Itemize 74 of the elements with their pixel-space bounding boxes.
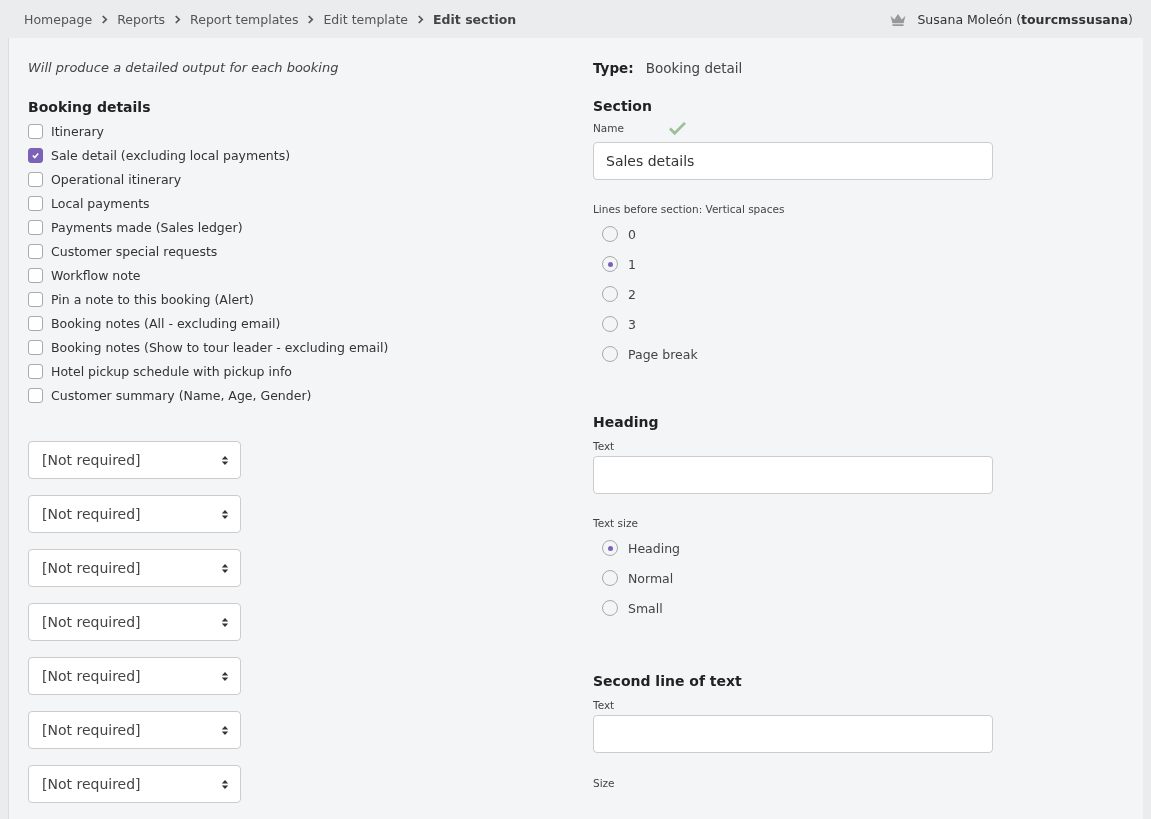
radio-label[interactable]: 0 (628, 226, 636, 242)
radio-label[interactable]: Small (628, 600, 663, 616)
breadcrumb-link[interactable]: Edit section (433, 11, 517, 27)
checkbox[interactable] (28, 291, 43, 307)
checkbox[interactable] (28, 195, 43, 211)
checkbox[interactable] (28, 147, 43, 163)
checkbox-label[interactable]: Workflow note (51, 267, 141, 283)
sort-arrows-icon (221, 616, 229, 628)
checkbox[interactable] (28, 267, 43, 283)
field-label: Text (593, 440, 616, 452)
chevron-right-icon (101, 14, 109, 24)
dropdown[interactable]: [Not required] (28, 711, 241, 749)
checkbox-label[interactable]: Customer special requests (51, 243, 218, 259)
chevron-right-icon (307, 14, 315, 24)
radio-label[interactable]: 1 (628, 256, 636, 272)
crown-icon (889, 12, 908, 26)
description-text: Will produce a detailed output for each booking (28, 60, 340, 75)
checkbox[interactable] (28, 339, 43, 355)
sort-arrows-icon (221, 670, 229, 682)
breadcrumb-link[interactable]: Edit template (323, 11, 409, 27)
checkbox-label[interactable]: Booking notes (Show to tour leader - excluding email) (51, 339, 389, 355)
breadcrumb-link[interactable]: Homepage (24, 11, 93, 27)
section-heading: Booking details (28, 99, 152, 115)
section-heading: Heading (593, 414, 660, 430)
type-value: Booking detail (645, 60, 743, 76)
sort-arrows-icon (221, 724, 229, 736)
sort-arrows-icon (221, 778, 229, 790)
dropdown[interactable]: [Not required] (28, 765, 241, 803)
type-label: Type: (593, 60, 634, 76)
name-input[interactable]: Sales details (593, 142, 993, 180)
checkbox-label[interactable]: Customer summary (Name, Age, Gender) (51, 387, 312, 403)
field-label: Name (593, 122, 624, 134)
checkbox[interactable] (28, 315, 43, 331)
dropdown[interactable]: [Not required] (28, 549, 241, 587)
chevron-right-icon (417, 14, 425, 24)
checkbox-label[interactable]: Sale detail (excluding local payments) (51, 147, 291, 163)
checkbox-label[interactable]: Operational itinerary (51, 171, 182, 187)
checkbox[interactable] (28, 171, 43, 187)
text-input[interactable] (593, 456, 993, 494)
checkbox[interactable] (28, 243, 43, 259)
sort-arrows-icon (221, 454, 229, 466)
check-icon (31, 150, 40, 160)
checkbox-label[interactable]: Itinerary (51, 123, 104, 139)
section-heading: Section (593, 98, 653, 114)
checkbox-label[interactable]: Hotel pickup schedule with pickup info (51, 363, 292, 379)
user-name[interactable]: Susana Moleón (tourcmssusana) (917, 11, 1133, 27)
checkbox-label[interactable]: Pin a note to this booking (Alert) (51, 291, 254, 307)
dropdown[interactable]: [Not required] (28, 495, 241, 533)
checkbox[interactable] (28, 219, 43, 235)
field-label: Text size (593, 517, 639, 529)
chevron-right-icon (174, 14, 182, 24)
checkbox-label[interactable]: Local payments (51, 195, 150, 211)
breadcrumb-link[interactable]: Report templates (190, 11, 299, 27)
radio-label[interactable]: 3 (628, 316, 636, 332)
checkbox-label[interactable]: Payments made (Sales ledger) (51, 219, 243, 235)
sort-arrows-icon (221, 508, 229, 520)
checkbox[interactable] (28, 123, 43, 139)
field-label: Lines before section: Vertical spaces (593, 203, 786, 215)
sort-arrows-icon (221, 562, 229, 574)
breadcrumb-link[interactable]: Reports (117, 11, 166, 27)
radio-label[interactable]: 2 (628, 286, 636, 302)
text-input[interactable] (593, 715, 993, 753)
dropdown[interactable]: [Not required] (28, 603, 241, 641)
field-label: Size (593, 777, 616, 789)
dropdown[interactable]: [Not required] (28, 657, 241, 695)
checkbox[interactable] (28, 387, 43, 403)
field-label: Text (593, 699, 616, 711)
checkbox-label[interactable]: Booking notes (All - excluding email) (51, 315, 281, 331)
checkbox[interactable] (28, 363, 43, 379)
section-heading: Second line of text (593, 673, 743, 689)
dropdown[interactable]: [Not required] (28, 441, 241, 479)
radio-label[interactable]: Normal (628, 570, 674, 586)
radio-label[interactable]: Heading (628, 540, 680, 556)
radio-label[interactable]: Page break (628, 346, 698, 362)
